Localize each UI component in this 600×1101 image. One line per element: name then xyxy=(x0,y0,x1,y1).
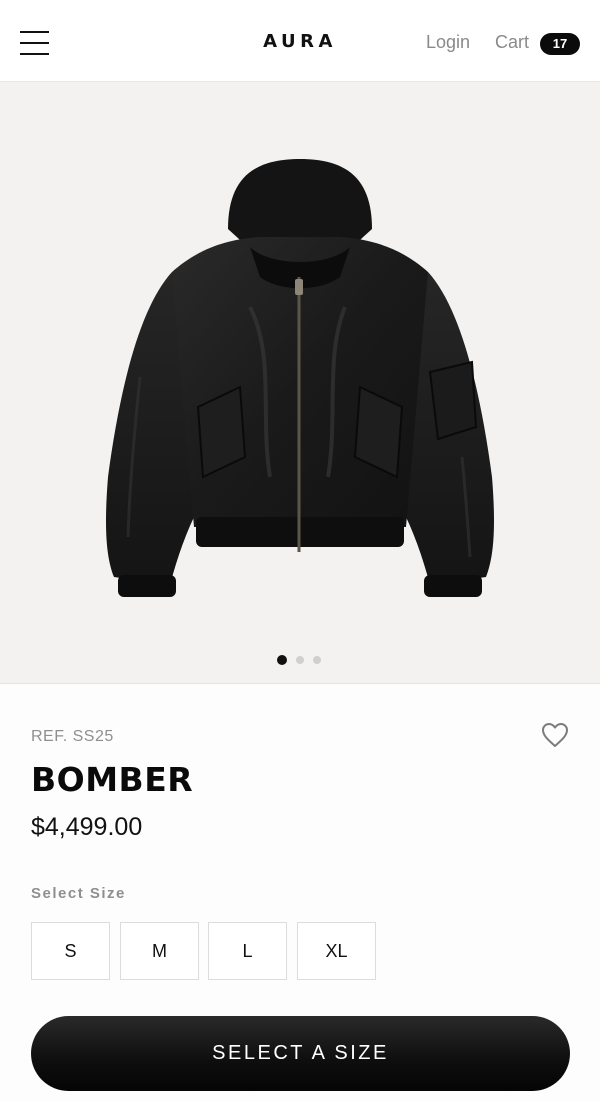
login-link[interactable]: Login xyxy=(426,32,470,53)
size-option-xl[interactable]: XL xyxy=(297,922,376,980)
size-option-l[interactable]: L xyxy=(208,922,287,980)
top-header: AURA Login Cart 17 xyxy=(0,0,600,82)
product-reference: REF. SS25 xyxy=(31,728,114,745)
menu-line xyxy=(20,53,49,55)
product-title: BOMBER xyxy=(31,760,194,799)
cart-link[interactable]: Cart xyxy=(495,32,529,53)
cart-count-badge[interactable]: 17 xyxy=(540,33,580,55)
size-options: S M L XL xyxy=(31,922,411,980)
heart-icon[interactable] xyxy=(541,722,569,748)
select-size-button[interactable]: SELECT A SIZE xyxy=(31,1016,570,1091)
carousel-dot-1[interactable] xyxy=(277,655,287,665)
size-selector-label: Select Size xyxy=(31,885,126,902)
carousel-dot-3[interactable] xyxy=(313,656,321,664)
size-option-m[interactable]: M xyxy=(120,922,199,980)
product-price: $4,499.00 xyxy=(31,813,143,841)
size-option-s[interactable]: S xyxy=(31,922,110,980)
carousel-dot-2[interactable] xyxy=(296,656,304,664)
product-image-gallery[interactable] xyxy=(0,82,600,684)
product-image xyxy=(106,159,494,597)
